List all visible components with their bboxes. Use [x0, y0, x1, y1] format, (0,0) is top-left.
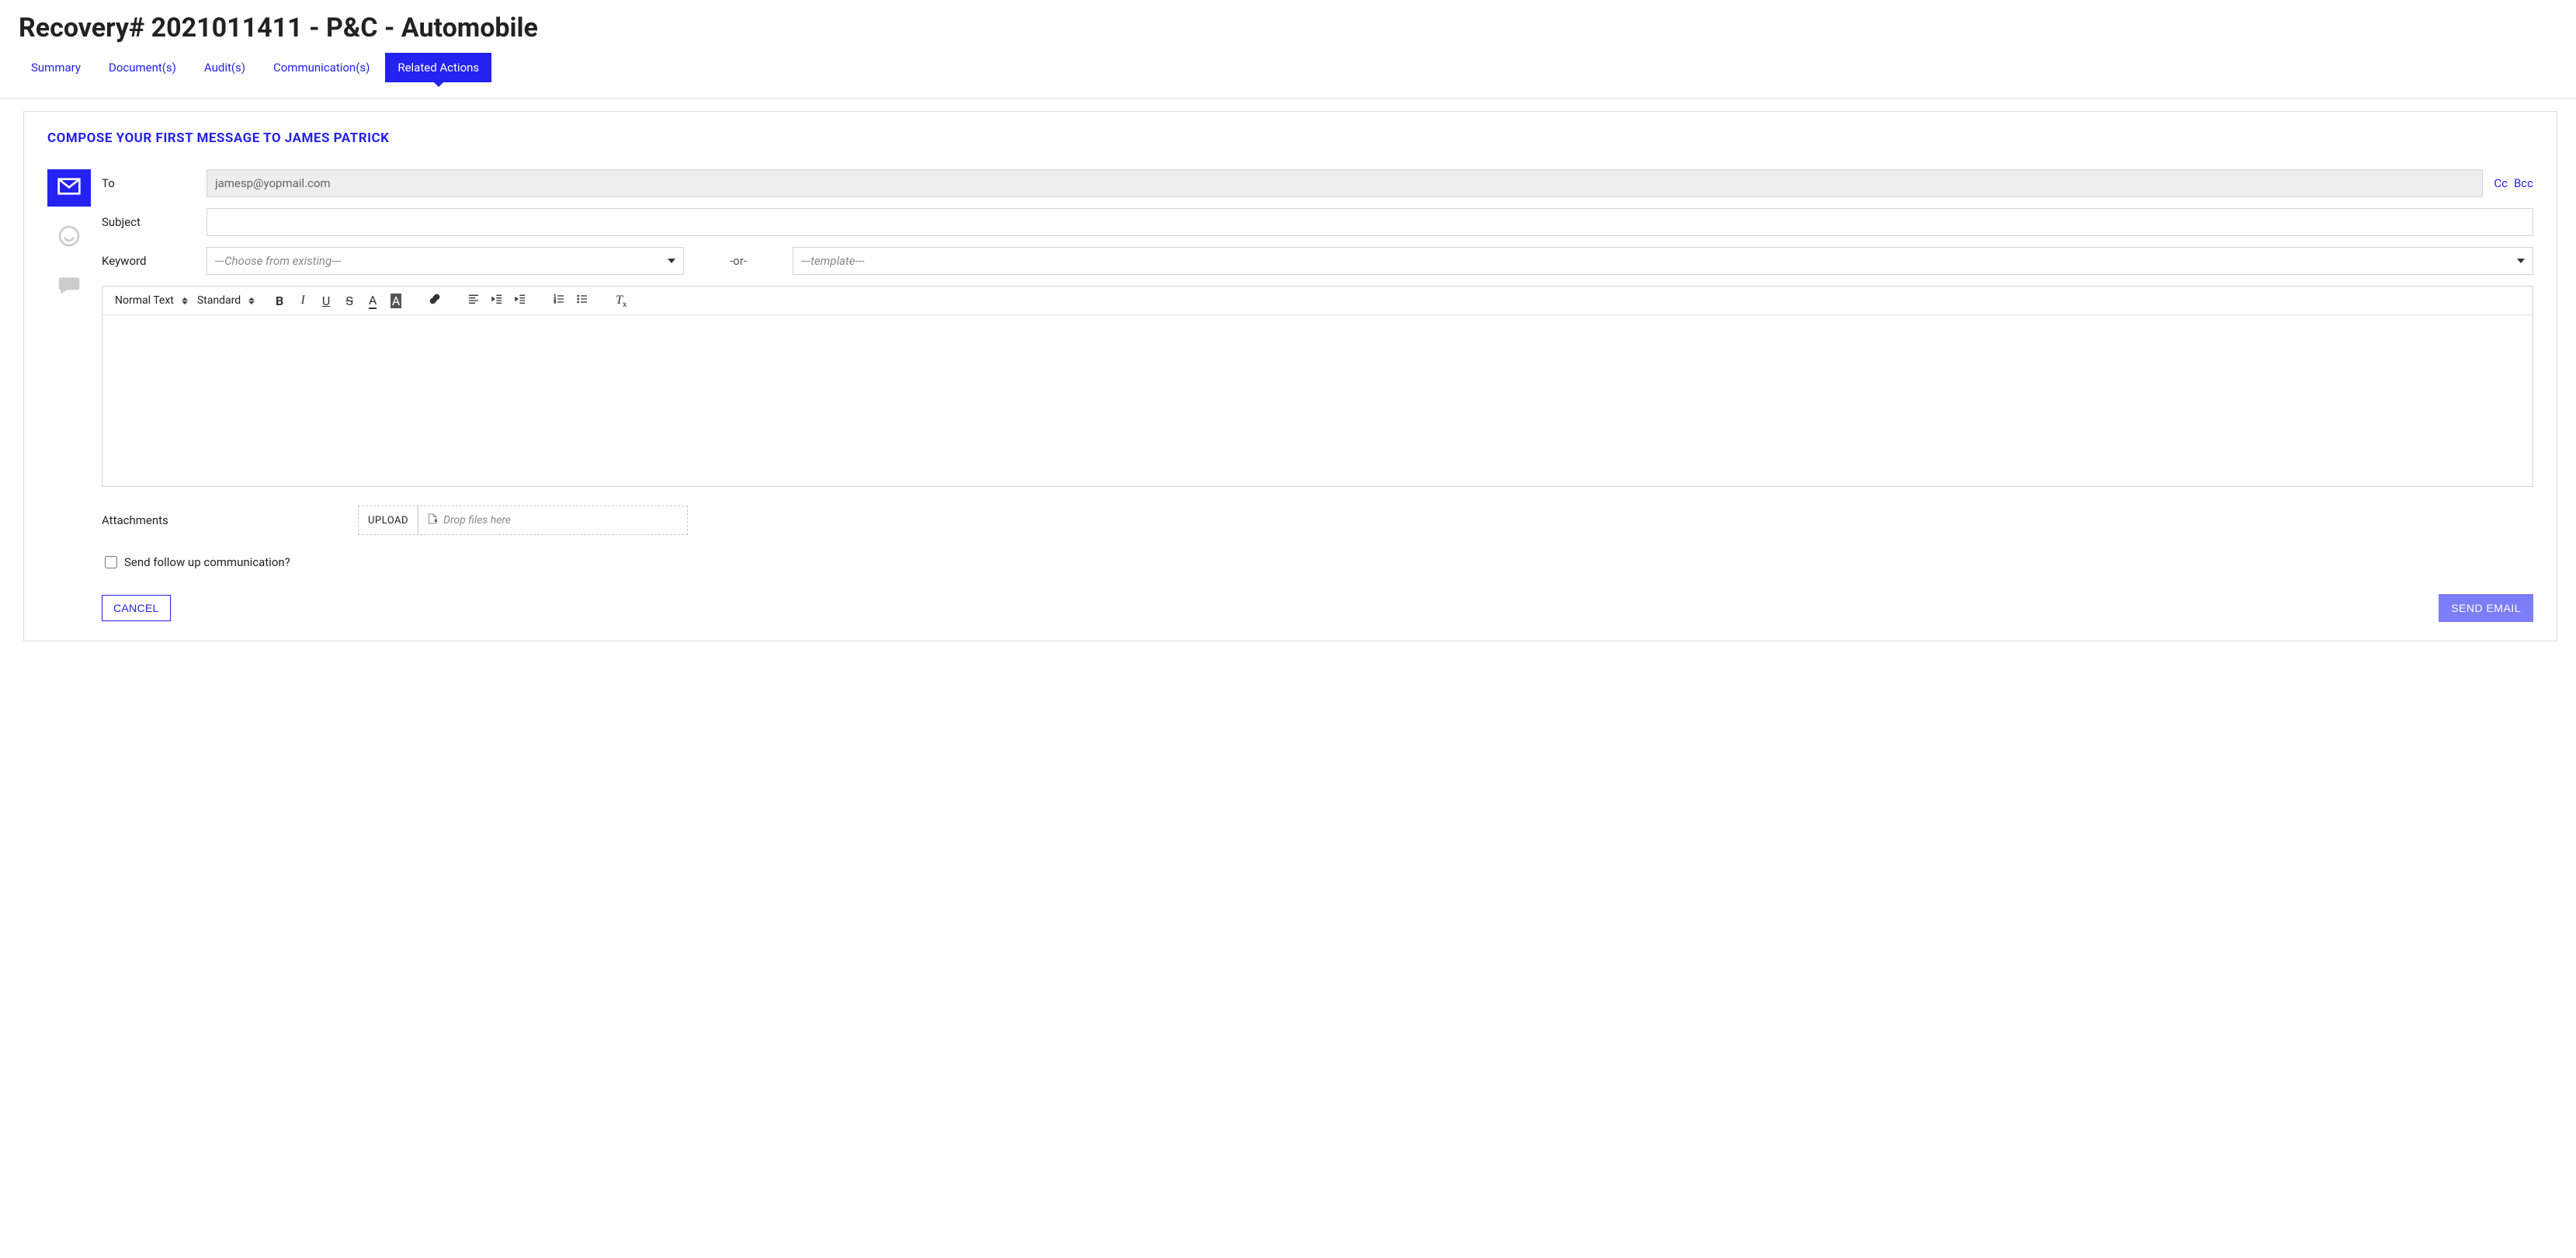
- highlight-button[interactable]: A: [387, 292, 404, 309]
- keyword-row: Keyword ---Choose from existing--- -or- …: [102, 247, 2533, 275]
- sort-caret-icon: [248, 297, 255, 304]
- to-input[interactable]: [207, 169, 2483, 197]
- followup-checkbox[interactable]: [105, 556, 117, 568]
- link-button[interactable]: [426, 292, 443, 309]
- rich-text-editor: Normal Text Standard B I U S A A: [102, 286, 2533, 487]
- chevron-down-icon: [2517, 259, 2525, 263]
- tab-related-actions[interactable]: Related Actions: [385, 53, 491, 82]
- compose-card: COMPOSE YOUR FIRST MESSAGE TO JAMES PATR…: [23, 111, 2557, 641]
- followup-row: Send follow up communication?: [102, 554, 2533, 571]
- sort-caret-icon: [182, 297, 188, 304]
- keyword-placeholder: ---Choose from existing---: [215, 254, 341, 268]
- ordered-list-button[interactable]: 123: [550, 292, 568, 309]
- subject-input[interactable]: [207, 208, 2533, 236]
- indent-icon: [514, 293, 526, 308]
- bold-button[interactable]: B: [271, 292, 288, 309]
- align-left-icon: [467, 293, 480, 308]
- whatsapp-icon: [57, 224, 82, 252]
- chat-icon: [57, 273, 82, 301]
- outdent-icon: [491, 293, 503, 308]
- channel-email[interactable]: [47, 169, 91, 207]
- editor-body[interactable]: [102, 315, 2533, 486]
- form-column: To Cc Bcc Subject Keyword ---Choose from…: [102, 169, 2533, 622]
- tab-documents[interactable]: Document(s): [96, 53, 189, 82]
- text-color-button[interactable]: A: [364, 292, 381, 309]
- template-placeholder: ---template---: [801, 254, 864, 268]
- italic-button[interactable]: I: [294, 292, 311, 309]
- highlight-icon: A: [391, 294, 401, 308]
- underline-button[interactable]: U: [318, 292, 335, 309]
- tab-summary[interactable]: Summary: [19, 53, 93, 82]
- tab-audits[interactable]: Audit(s): [192, 53, 258, 82]
- to-label: To: [102, 176, 207, 190]
- to-row: To Cc Bcc: [102, 169, 2533, 197]
- channel-whatsapp[interactable]: [47, 219, 91, 256]
- tab-communications[interactable]: Communication(s): [261, 53, 382, 82]
- channel-chat[interactable]: [47, 269, 91, 306]
- outdent-button[interactable]: [488, 292, 505, 309]
- bold-icon: B: [276, 294, 283, 308]
- keyword-label: Keyword: [102, 254, 207, 268]
- clear-format-icon: Tx: [616, 292, 627, 309]
- subject-label: Subject: [102, 215, 207, 229]
- attachments-label: Attachments: [102, 513, 358, 527]
- attachments-row: Attachments UPLOAD Drop files here: [102, 506, 2533, 535]
- channel-column: [47, 169, 102, 622]
- text-style-select[interactable]: Normal Text: [110, 291, 193, 310]
- clear-format-button[interactable]: Tx: [613, 292, 630, 309]
- svg-text:3: 3: [554, 300, 556, 304]
- unordered-list-icon: [576, 293, 588, 308]
- keyword-select[interactable]: ---Choose from existing---: [207, 247, 684, 275]
- strike-icon: S: [345, 294, 353, 308]
- tab-bar: Summary Document(s) Audit(s) Communicati…: [19, 53, 2576, 82]
- strike-button[interactable]: S: [341, 292, 358, 309]
- font-size-select[interactable]: Standard: [193, 291, 259, 310]
- ordered-list-icon: 123: [553, 293, 565, 308]
- send-email-button[interactable]: SEND EMAIL: [2439, 594, 2533, 622]
- card-title: COMPOSE YOUR FIRST MESSAGE TO JAMES PATR…: [47, 130, 2533, 146]
- or-separator: -or-: [684, 254, 793, 268]
- indent-button[interactable]: [512, 292, 529, 309]
- cc-link[interactable]: Cc: [2494, 176, 2508, 190]
- font-size-label: Standard: [197, 294, 241, 307]
- editor-toolbar: Normal Text Standard B I U S A A: [102, 287, 2533, 315]
- align-left-button[interactable]: [465, 292, 482, 309]
- drop-text: Drop files here: [443, 514, 511, 526]
- email-icon: [57, 174, 82, 202]
- cancel-button[interactable]: CANCEL: [102, 595, 171, 621]
- page-title: Recovery# 2021011411 - P&C - Automobile: [19, 12, 2576, 43]
- text-color-icon: A: [369, 293, 377, 309]
- unordered-list-button[interactable]: [574, 292, 591, 309]
- chevron-down-icon: [668, 259, 675, 263]
- followup-label: Send follow up communication?: [124, 555, 290, 569]
- upload-button[interactable]: UPLOAD: [359, 506, 418, 534]
- underline-icon: U: [322, 294, 330, 308]
- italic-icon: I: [300, 294, 304, 308]
- text-style-label: Normal Text: [115, 294, 174, 307]
- upload-dropzone[interactable]: UPLOAD Drop files here: [358, 506, 688, 535]
- divider: [0, 98, 2576, 99]
- bcc-link[interactable]: Bcc: [2514, 176, 2533, 190]
- actions-row: CANCEL SEND EMAIL: [102, 594, 2533, 622]
- template-select[interactable]: ---template---: [793, 247, 2533, 275]
- subject-row: Subject: [102, 208, 2533, 236]
- file-upload-icon: [426, 513, 439, 528]
- link-icon: [429, 293, 441, 308]
